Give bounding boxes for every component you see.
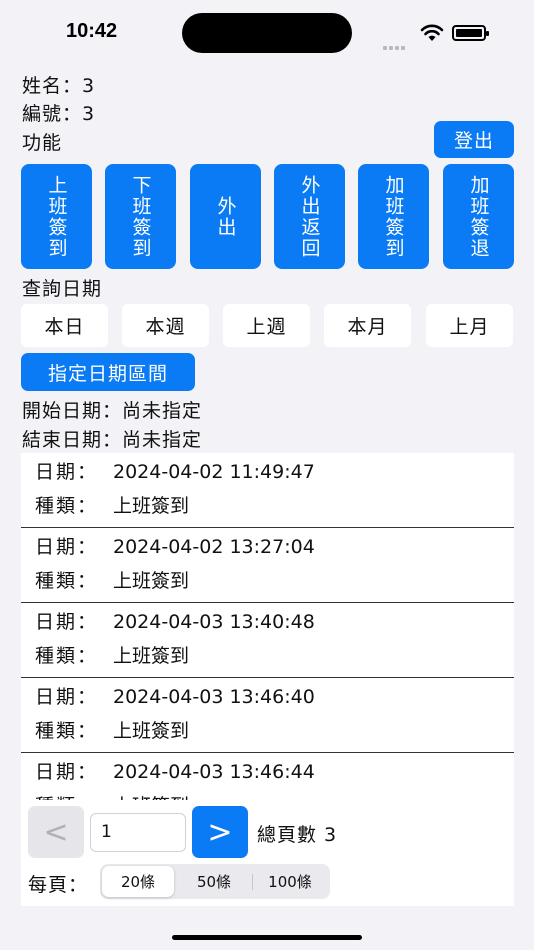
list-item[interactable]: 日期： 2024-04-02 13:27:04 種類： 上班簽到 <box>21 528 514 603</box>
list-item[interactable]: 日期： 2024-04-03 13:46:40 種類： 上班簽到 <box>21 678 514 753</box>
query-title: 查詢日期 <box>22 278 103 300</box>
logout-button[interactable]: 登出 <box>434 121 514 158</box>
overtime-out-button[interactable]: 加班簽退 <box>443 164 514 269</box>
date-key: 日期： <box>35 536 99 558</box>
type-key: 種類： <box>35 495 99 517</box>
range-last-month-button[interactable]: 上月 <box>426 304 513 347</box>
type-key: 種類： <box>35 570 99 592</box>
per-page-label: 每頁： <box>28 874 89 896</box>
per-page-segmented-control: 20條 50條 100條 <box>100 864 330 899</box>
record-list[interactable]: 日期： 2024-04-02 11:49:47 種類： 上班簽到 日期： 2024-0… <box>21 453 514 800</box>
record-date: 2024-04-03 13:40:48 <box>113 611 315 633</box>
user-name: 姓名：3 <box>22 75 96 97</box>
functions-title: 功能 <box>22 132 63 154</box>
range-today-button[interactable]: 本日 <box>21 304 108 347</box>
next-page-button[interactable]: > <box>192 806 248 858</box>
end-date-text: 結束日期：尚未指定 <box>22 429 203 451</box>
overtime-in-button[interactable]: 加班簽到 <box>358 164 429 269</box>
start-date-text: 開始日期：尚未指定 <box>22 400 203 422</box>
date-range-buttons: 本日 本週 上週 本月 上月 <box>21 304 514 347</box>
record-date: 2024-04-03 13:46:40 <box>113 686 315 708</box>
range-this-week-button[interactable]: 本週 <box>122 304 209 347</box>
list-item[interactable]: 日期： 2024-04-03 13:40:48 種類： 上班簽到 <box>21 603 514 678</box>
record-type: 上班簽到 <box>113 645 190 667</box>
clock-in-button[interactable]: 上班簽到 <box>21 164 92 269</box>
battery-icon <box>452 25 489 41</box>
date-key: 日期： <box>35 761 99 783</box>
pagination-bar: < 1 > 總頁數 3 每頁： 20條 50條 100條 <box>21 800 514 906</box>
record-date: 2024-04-03 13:46:44 <box>113 761 315 783</box>
page-number-input[interactable]: 1 <box>90 813 186 852</box>
date-key: 日期： <box>35 461 99 483</box>
record-type: 上班簽到 <box>113 495 190 517</box>
date-key: 日期： <box>35 611 99 633</box>
type-key: 種類： <box>35 720 99 742</box>
record-date: 2024-04-02 11:49:47 <box>113 461 315 483</box>
go-out-button[interactable]: 外出 <box>190 164 261 269</box>
wifi-icon <box>420 24 444 41</box>
dynamic-island <box>182 13 352 53</box>
per-page-option-50[interactable]: 50條 <box>178 866 250 897</box>
record-type: 上班簽到 <box>113 720 190 742</box>
record-date: 2024-04-02 13:27:04 <box>113 536 315 558</box>
function-buttons: 上班簽到 下班簽到 外出 外出返回 加班簽到 加班簽退 <box>21 164 514 269</box>
list-item[interactable]: 日期： 2024-04-02 11:49:47 種類： 上班簽到 <box>21 453 514 528</box>
status-time: 10:42 <box>66 20 118 42</box>
segment-divider <box>252 874 253 890</box>
type-key: 種類： <box>35 791 113 800</box>
clock-out-button[interactable]: 下班簽到 <box>105 164 176 269</box>
record-type: 上班簽到 <box>113 570 190 592</box>
date-key: 日期： <box>35 686 99 708</box>
type-key: 種類： <box>35 645 99 667</box>
range-last-week-button[interactable]: 上週 <box>223 304 310 347</box>
list-item[interactable]: 日期：2024-04-03 13:46:44 種類：上班簽到 <box>21 753 514 800</box>
prev-page-button[interactable]: < <box>28 806 84 858</box>
cellular-signal-icon <box>383 35 407 54</box>
user-id: 編號：3 <box>22 103 96 125</box>
per-page-option-20[interactable]: 20條 <box>102 866 174 897</box>
custom-date-range-button[interactable]: 指定日期區間 <box>21 353 195 391</box>
return-button[interactable]: 外出返回 <box>274 164 345 269</box>
total-pages-text: 總頁數 3 <box>257 824 338 846</box>
status-bar: 10:42 <box>0 0 534 62</box>
home-indicator[interactable] <box>172 935 362 940</box>
per-page-option-100[interactable]: 100條 <box>254 866 326 897</box>
range-this-month-button[interactable]: 本月 <box>324 304 411 347</box>
